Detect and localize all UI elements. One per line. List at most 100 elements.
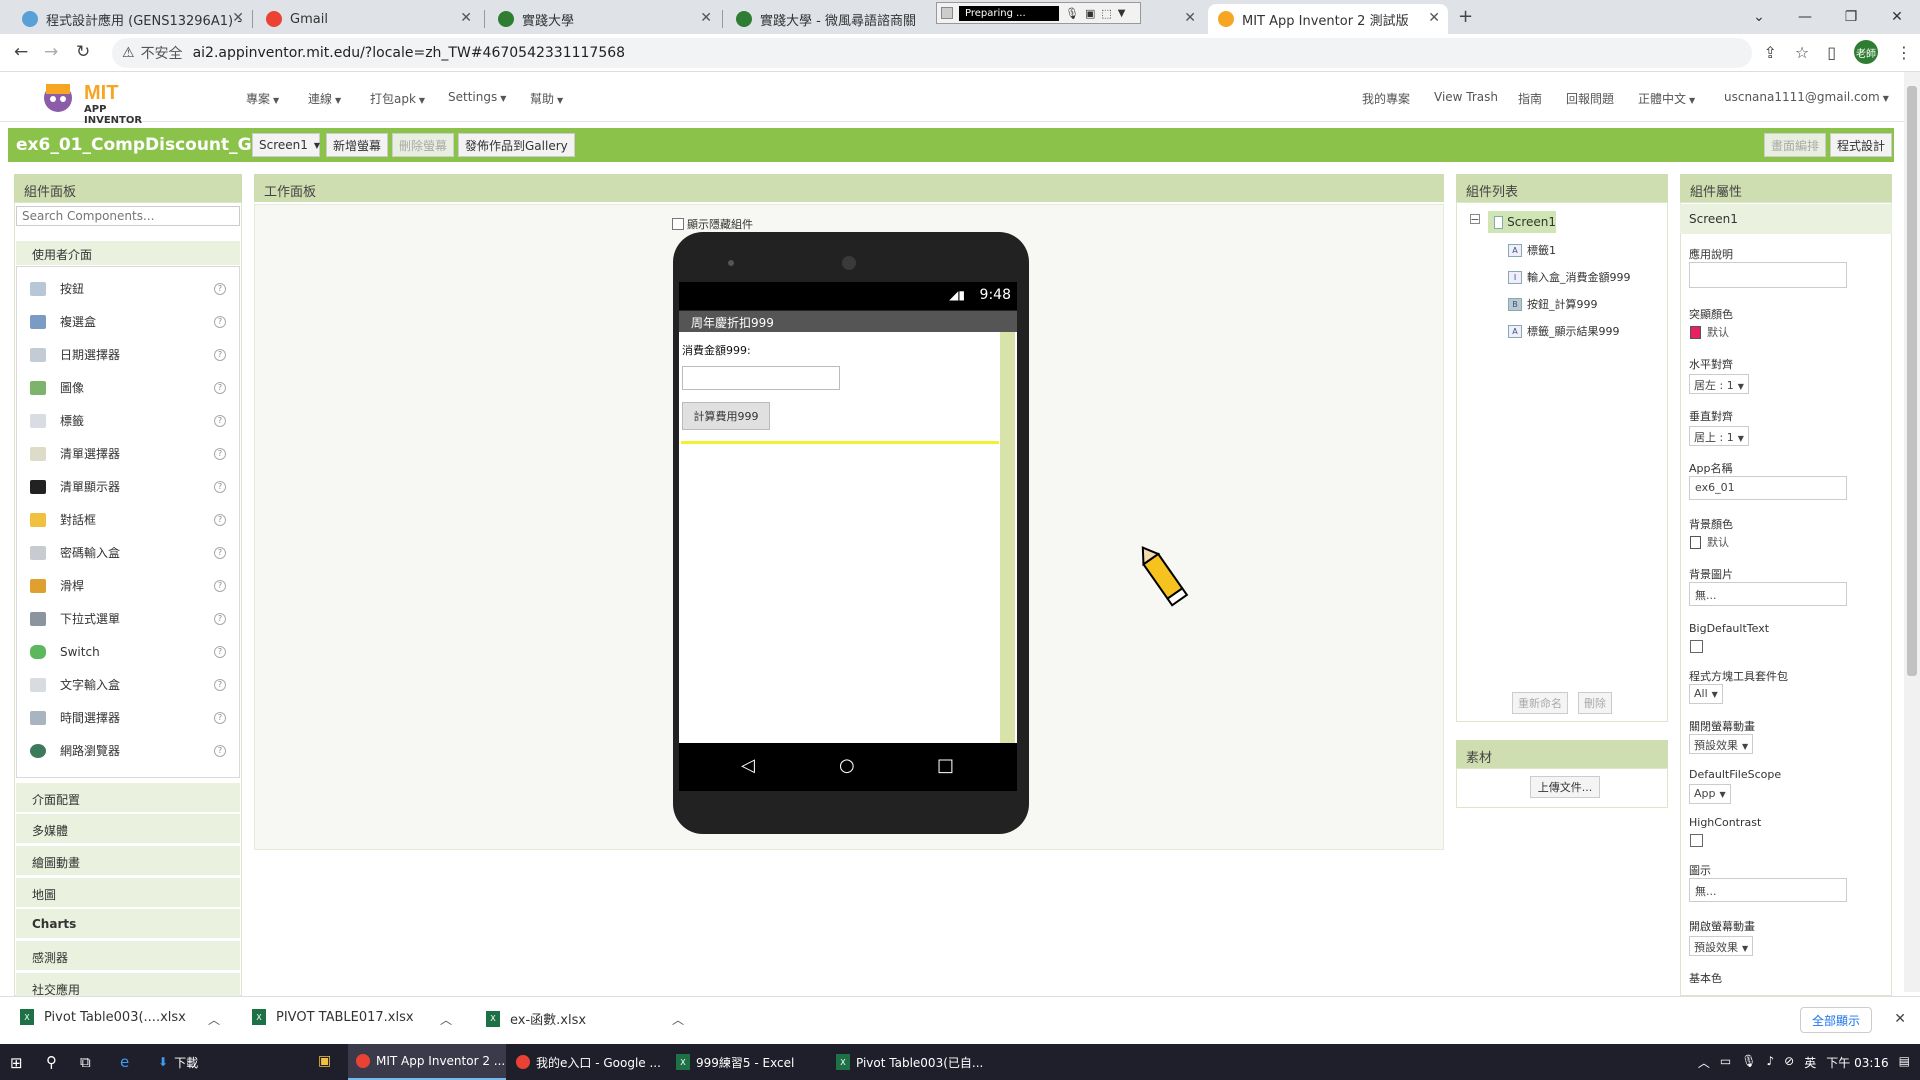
ime-icon[interactable]: 英 [1804,1054,1816,1071]
palette-item-timepicker[interactable]: 時間選擇器? [16,701,240,734]
new-tab-icon[interactable]: + [1458,6,1473,27]
page-scrollbar[interactable] [1904,72,1920,992]
app-inventor-logo[interactable]: MIT APP INVENTOR [36,78,166,126]
tab-search-icon[interactable]: ⌄ [1736,9,1782,25]
region-icon[interactable]: ⬚ [1101,7,1111,20]
share-icon[interactable]: ⇪ [1763,43,1776,62]
appname-input[interactable]: ex6_01 [1689,476,1847,500]
palette-item-button[interactable]: 按鈕? [16,272,240,305]
chevron-up-icon[interactable]: ︿ [1698,1054,1710,1071]
palette-item-image[interactable]: 圖像? [16,371,240,404]
clock[interactable]: 下午 03:16 [1826,1054,1888,1071]
reload-icon[interactable]: ↻ [76,42,90,62]
help-icon[interactable]: ? [214,612,226,625]
help-icon[interactable]: ? [214,546,226,559]
textbox-component[interactable] [682,366,840,390]
bgimage-input[interactable]: 無... [1689,582,1847,606]
tree-node[interactable]: I 輸入盒_消費金額999 [1508,269,1631,285]
palette-item-textbox[interactable]: 文字輸入盒? [16,668,240,701]
search-icon[interactable]: ⚲ [46,1053,57,1071]
chevron-up-icon[interactable]: ︿ [208,1011,220,1028]
help-icon[interactable]: ? [214,579,226,592]
taskbar-item-chrome-appinventor[interactable]: MIT App Inventor 2 ... [348,1044,506,1080]
microphone-icon[interactable]: 🎙 [1065,7,1079,20]
palette-item-passwordtextbox[interactable]: 密碼輸入盒? [16,536,240,569]
download-item[interactable]: X PIVOT TABLE017.xlsx [252,1009,414,1025]
tree-node-screen1[interactable]: Screen1 [1488,211,1556,233]
category-drawing[interactable]: 繪圖動畫 [16,845,240,875]
help-icon[interactable]: ? [214,711,226,724]
chevron-down-icon[interactable]: ▼ [1118,8,1126,19]
edge-icon[interactable]: e [120,1053,129,1071]
chevron-up-icon[interactable]: ︿ [672,1011,684,1028]
task-view-icon[interactable]: ⧉ [80,1053,91,1071]
help-icon[interactable]: ? [214,744,226,757]
rename-button[interactable]: 重新命名 [1512,692,1568,714]
highcontrast-checkbox[interactable] [1690,834,1703,847]
chevron-up-icon[interactable]: ︿ [440,1011,452,1028]
minimize-icon[interactable]: — [1782,9,1828,25]
help-icon[interactable]: ? [214,414,226,427]
palette-item-label[interactable]: 標籤? [16,404,240,437]
avatar[interactable]: 老師 [1854,40,1878,64]
help-icon[interactable]: ? [214,348,226,361]
browser-tab-active[interactable]: MIT App Inventor 2 測試版 ✕ [1208,4,1448,34]
category-social[interactable]: 社交應用 [16,972,240,997]
taskbar-item-excel-999[interactable]: X 999練習5 - Excel [668,1044,828,1080]
help-icon[interactable]: ? [214,381,226,394]
help-icon[interactable]: ? [214,645,226,658]
help-icon[interactable]: ? [214,282,226,295]
kebab-menu-icon[interactable]: ⋮ [1896,43,1912,62]
show-all-downloads-button[interactable]: 全部顯示 [1800,1007,1872,1033]
close-icon[interactable]: ✕ [1894,1011,1906,1027]
help-icon[interactable]: ? [214,678,226,691]
link-report-issue[interactable]: 回報問題 [1566,90,1614,107]
blocks-toolkit-select[interactable]: All ▼ [1689,684,1723,704]
close-icon[interactable]: ✕ [1184,10,1196,26]
align-horizontal-select[interactable]: 居左 : 1 ▼ [1689,374,1749,394]
blocks-button[interactable]: 程式設計 [1830,133,1893,157]
bgcolor-picker[interactable]: 默认 [1690,534,1729,550]
taskbar-item-downloads[interactable]: ⬇ 下載 [150,1044,300,1080]
close-icon[interactable]: ✕ [700,10,712,26]
label-component[interactable]: 消費金額999: [682,342,751,358]
palette-item-webviewer[interactable]: 網路瀏覽器? [16,734,240,767]
browser-tab[interactable]: Gmail ✕ [256,4,480,34]
side-panel-icon[interactable]: ▯ [1827,43,1836,62]
palette-item-slider[interactable]: 滑桿? [16,569,240,602]
language-icon[interactable]: ⊘ [1784,1054,1794,1071]
delete-button[interactable]: 刪除 [1578,692,1612,714]
align-vertical-select[interactable]: 居上 : 1 ▼ [1689,426,1749,446]
notification-icon[interactable]: ▤ [1899,1054,1910,1071]
store-icon[interactable]: ▣ [318,1053,331,1069]
warning-icon[interactable]: ⚠ [122,45,135,61]
back-icon[interactable]: ← [14,42,28,62]
record-stop-icon[interactable] [941,7,953,19]
screen-select[interactable]: Screen1 ▼ [252,133,320,157]
remove-screen-button[interactable]: 刪除螢幕 [392,133,455,157]
filescope-select[interactable]: App ▼ [1689,784,1731,804]
open-anim-select[interactable]: 預設效果 ▼ [1689,936,1754,956]
window-close-icon[interactable]: ✕ [1874,9,1920,25]
accent-color-picker[interactable]: 默认 [1690,324,1729,340]
link-view-trash[interactable]: View Trash [1434,90,1498,104]
language-select[interactable]: 正體中文 ▼ [1638,90,1695,107]
category-sensors[interactable]: 感測器 [16,940,240,970]
result-label-component[interactable] [681,441,999,444]
palette-item-spinner[interactable]: 下拉式選單? [16,602,240,635]
tree-node[interactable]: A 標籤_顯示結果999 [1508,323,1620,339]
category-media[interactable]: 多媒體 [16,813,240,843]
close-icon[interactable]: ✕ [232,10,244,26]
about-textarea[interactable] [1689,262,1847,288]
palette-item-checkbox[interactable]: 複選盒? [16,305,240,338]
help-icon[interactable]: ? [214,513,226,526]
palette-item-listpicker[interactable]: 清單選擇器? [16,437,240,470]
tree-node[interactable]: A 標籤1 [1508,242,1556,258]
network-icon[interactable]: ▭ [1720,1054,1731,1071]
category-user-interface[interactable]: 使用者介面 [16,241,240,265]
checkbox[interactable] [672,218,684,230]
restore-icon[interactable]: ❐ [1828,9,1874,25]
show-hidden-checkbox[interactable]: 顯示隱藏組件 [672,216,753,232]
close-anim-select[interactable]: 預設效果 ▼ [1689,734,1754,754]
upload-file-button[interactable]: 上傳文件... [1530,776,1600,798]
